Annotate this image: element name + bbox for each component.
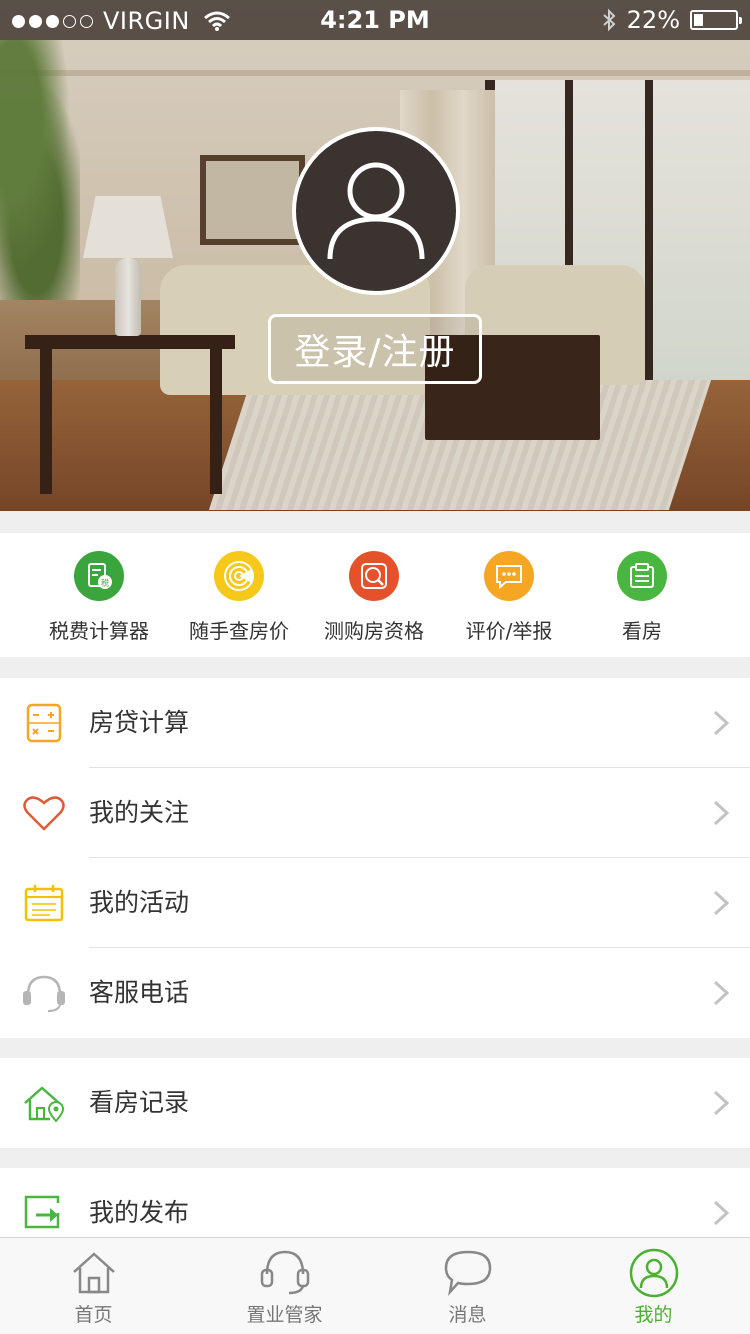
menu-group-view-records: 看房记录 <box>0 1058 750 1148</box>
chevron-right-icon <box>713 710 730 736</box>
menu-item-my-activities[interactable]: 我的活动 <box>0 858 750 948</box>
menu-item-viewing-records[interactable]: 看房记录 <box>0 1058 750 1148</box>
user-icon <box>327 162 425 260</box>
status-bar: VIRGIN 4:21 PM 22% <box>0 0 750 40</box>
tax-calculator-icon: 税 <box>74 551 124 601</box>
heart-icon <box>23 796 65 831</box>
message-icon <box>444 1250 491 1296</box>
tool-label: 随手查房价 <box>189 619 289 643</box>
menu-item-label: 我的活动 <box>89 888 190 917</box>
mortgage-calculator-icon <box>26 703 62 743</box>
quick-tools-bar: 税 税费计算器 随手查房价 测购房资格 评价/举报 看房 <box>0 533 750 657</box>
tool-review-report[interactable]: 评价/举报 <box>434 533 584 657</box>
menu-item-label: 房贷计算 <box>89 708 190 737</box>
tool-tax-calculator[interactable]: 税 税费计算器 <box>24 533 174 657</box>
tab-mine[interactable]: 我的 <box>560 1238 747 1334</box>
menu-item-customer-service[interactable]: 客服电话 <box>0 948 750 1038</box>
tool-label: 测购房资格 <box>324 619 424 643</box>
svg-text:税: 税 <box>101 578 109 588</box>
tab-home[interactable]: 首页 <box>0 1238 187 1334</box>
headset-icon <box>260 1250 309 1295</box>
chevron-right-icon <box>713 1200 730 1226</box>
bluetooth-icon <box>602 8 616 32</box>
tool-label: 看房 <box>622 619 662 643</box>
battery-icon <box>690 10 742 30</box>
tab-messages[interactable]: 消息 <box>375 1238 560 1334</box>
qualification-check-icon <box>349 551 399 601</box>
radar-icon <box>214 551 264 601</box>
calendar-icon <box>24 885 64 922</box>
tab-label: 消息 <box>448 1304 487 1326</box>
status-right: 22% <box>601 6 742 34</box>
house-location-icon <box>24 1086 65 1123</box>
view-house-icon <box>617 551 667 601</box>
tool-label: 税费计算器 <box>49 619 149 643</box>
battery-percent: 22% <box>626 6 680 34</box>
menu-group-main: 房贷计算 我的关注 我的活动 客服电话 <box>0 678 750 1038</box>
tool-label: 评价/举报 <box>465 619 553 643</box>
bottom-tab-bar: 首页 置业管家 消息 我的 <box>0 1237 750 1334</box>
tool-qualification-check[interactable]: 测购房资格 <box>299 533 449 657</box>
menu-item-label: 我的关注 <box>89 798 190 827</box>
tab-label: 我的 <box>634 1304 673 1326</box>
headset-icon <box>23 975 65 1012</box>
chevron-right-icon <box>713 1090 730 1116</box>
battery-level-fill <box>694 14 703 26</box>
profile-icon <box>629 1248 678 1298</box>
menu-item-mortgage-calculator[interactable]: 房贷计算 <box>0 678 750 768</box>
menu-item-label: 客服电话 <box>89 978 190 1007</box>
user-avatar[interactable] <box>292 127 460 295</box>
tab-label: 置业管家 <box>246 1304 323 1326</box>
chevron-right-icon <box>713 890 730 916</box>
tool-view-house[interactable]: 看房 <box>567 533 717 657</box>
tab-property-butler[interactable]: 置业管家 <box>187 1238 382 1334</box>
publish-icon <box>24 1195 60 1229</box>
tab-label: 首页 <box>74 1304 113 1326</box>
login-register-button[interactable]: 登录/注册 <box>268 314 482 384</box>
comment-icon <box>484 551 534 601</box>
chevron-right-icon <box>713 980 730 1006</box>
chevron-right-icon <box>713 800 730 826</box>
menu-item-label: 看房记录 <box>89 1088 190 1117</box>
tool-price-lookup[interactable]: 随手查房价 <box>164 533 314 657</box>
home-icon <box>72 1252 115 1294</box>
menu-item-my-follows[interactable]: 我的关注 <box>0 768 750 858</box>
